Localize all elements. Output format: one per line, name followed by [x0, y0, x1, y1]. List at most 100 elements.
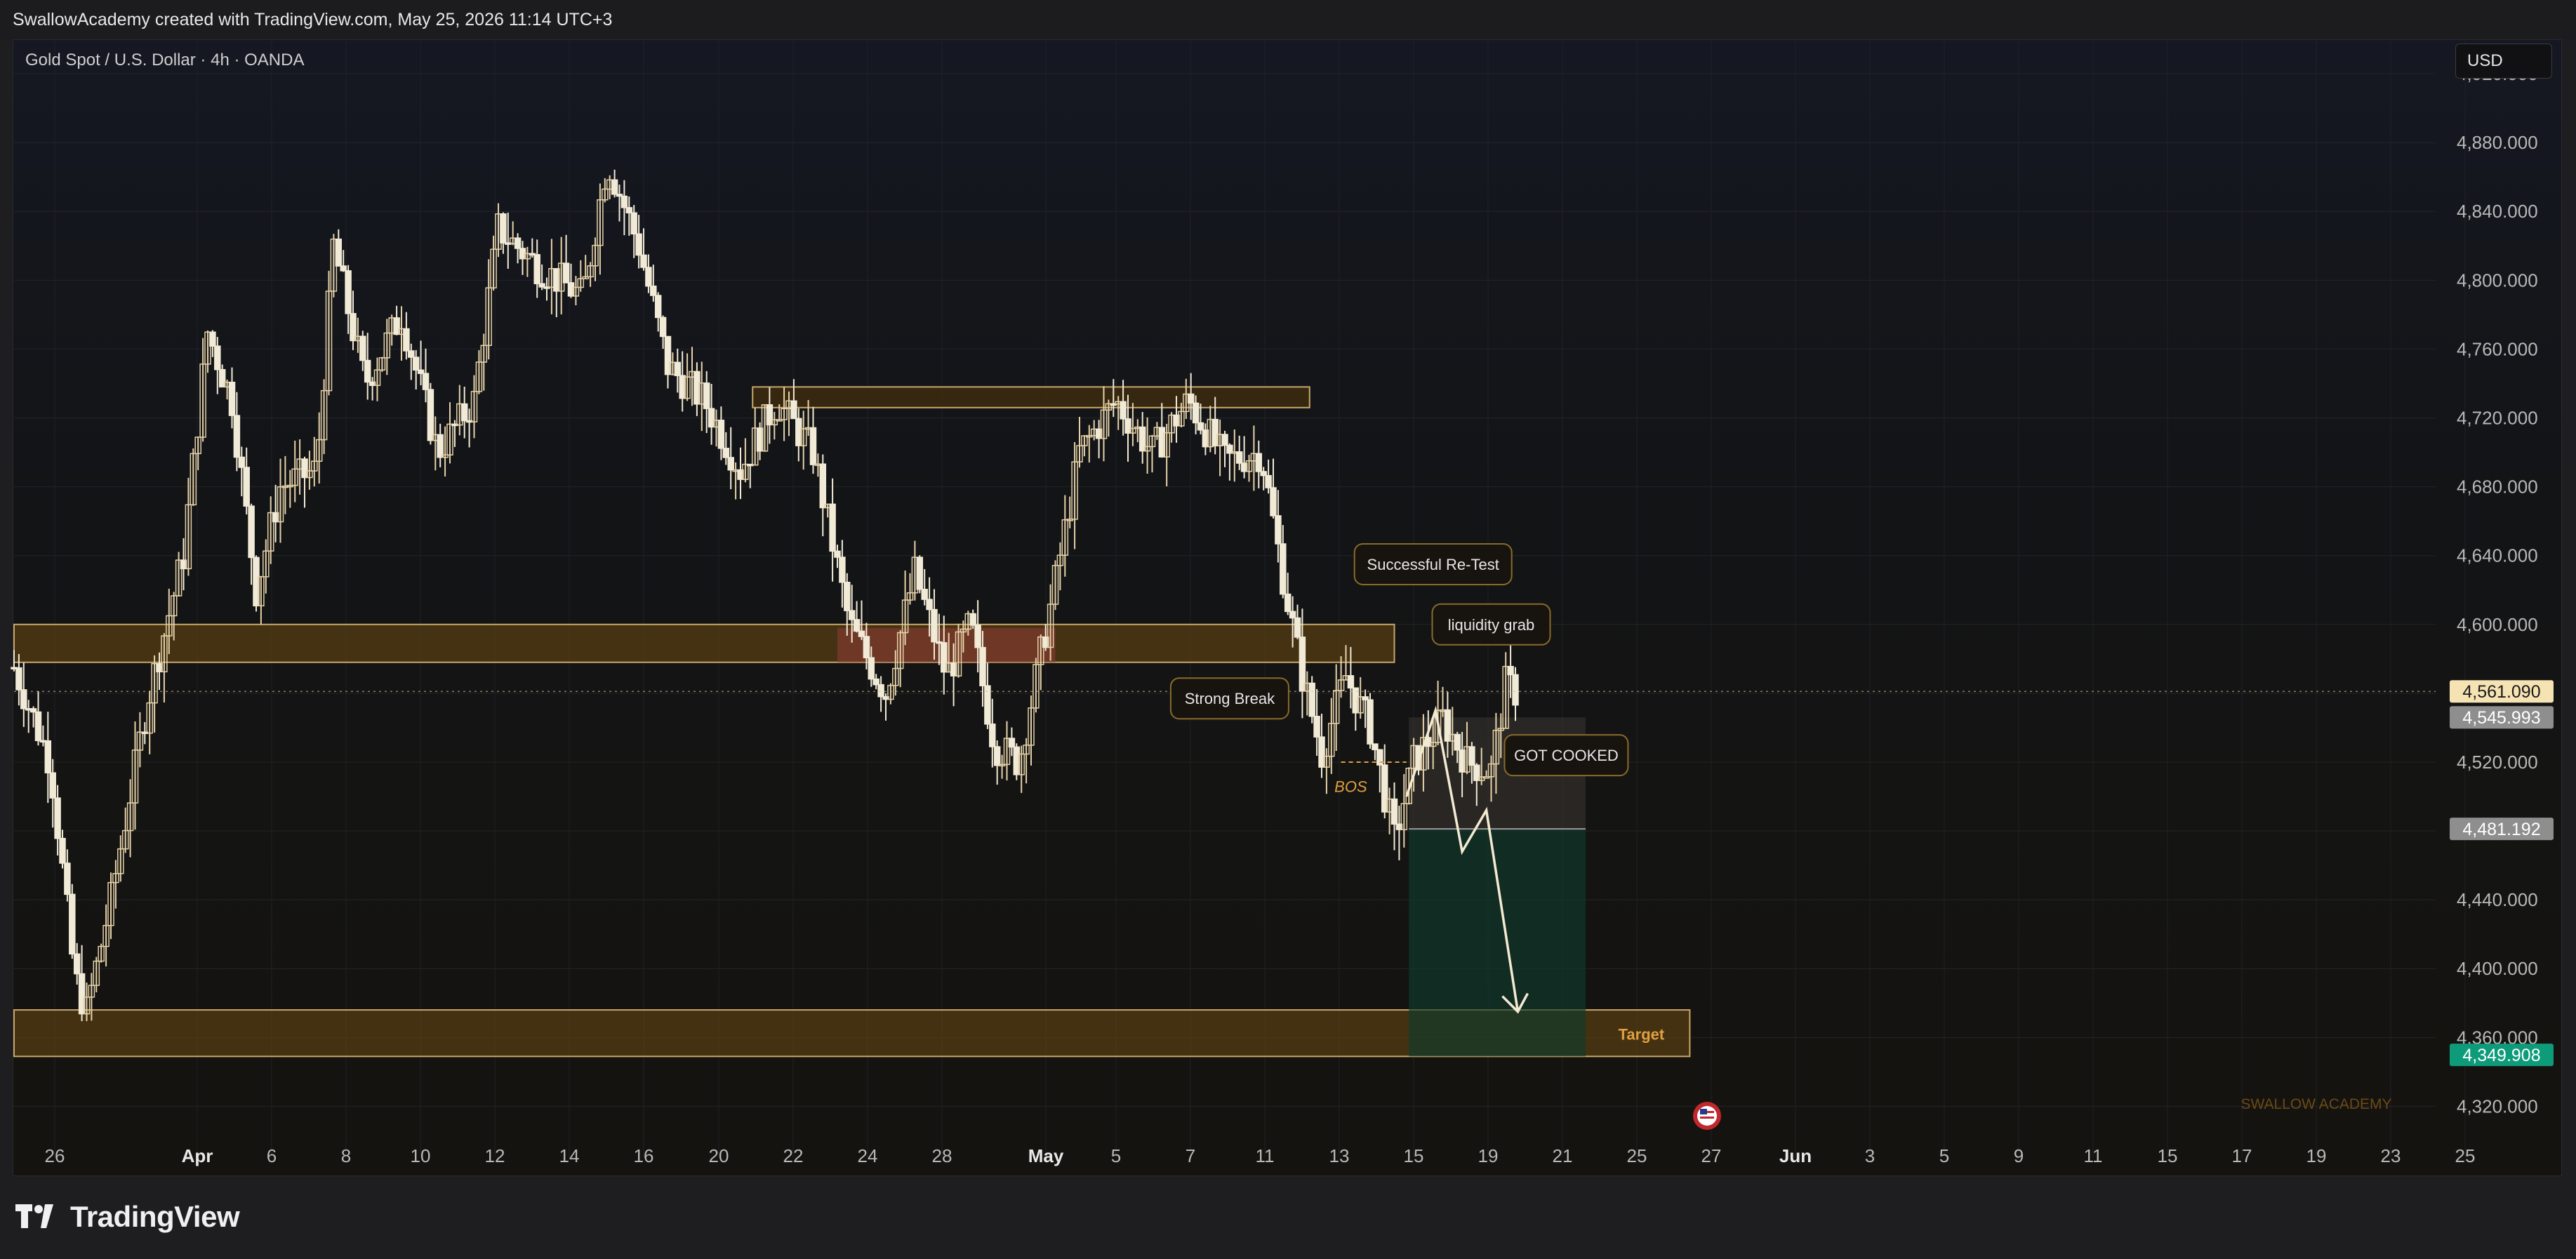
- candle-body: [974, 625, 981, 648]
- price-tag-label: 4,481.192: [2462, 820, 2540, 839]
- candle-body: [993, 746, 1001, 766]
- candle-body: [620, 195, 628, 208]
- candle-body: [533, 254, 540, 284]
- candle-body: [979, 646, 986, 686]
- candle-body: [921, 589, 928, 600]
- candle-body: [819, 463, 827, 509]
- x-tick-label: Jun: [1779, 1145, 1812, 1166]
- y-tick-label: 4,600.000: [2457, 614, 2538, 635]
- candle-body: [877, 684, 884, 698]
- x-tick-label: 21: [1553, 1145, 1573, 1166]
- candle-body: [834, 550, 841, 558]
- candle-body: [340, 265, 347, 272]
- candle-body: [931, 608, 938, 643]
- x-tick-label: 25: [2455, 1145, 2476, 1166]
- candle-body: [73, 953, 81, 975]
- candle-body: [34, 711, 42, 742]
- candle-body: [359, 335, 366, 361]
- candle-body: [1192, 402, 1200, 424]
- candle-body: [625, 207, 633, 214]
- candle-body: [722, 448, 730, 458]
- tradingview-logo-icon: [15, 1204, 53, 1228]
- candle-body: [1275, 515, 1282, 545]
- candle-body: [228, 381, 236, 416]
- y-tick-label: 4,880.000: [2457, 132, 2538, 153]
- tradingview-logo[interactable]: TradingView: [15, 1200, 240, 1234]
- grid-layer: [14, 39, 2466, 1158]
- currency-selector[interactable]: USD: [2455, 44, 2552, 79]
- candle-body: [209, 331, 216, 347]
- x-tick-label: Apr: [182, 1145, 213, 1166]
- x-tick-label: May: [1028, 1145, 1064, 1166]
- candle-body: [868, 657, 875, 680]
- zone-top-resistance: [752, 386, 1310, 408]
- candle-body: [335, 238, 343, 267]
- x-tick-label: 23: [2381, 1145, 2401, 1166]
- annotation-label: liquidity grab: [1448, 616, 1535, 634]
- x-tick-label: 19: [1478, 1145, 1499, 1166]
- candle-body: [15, 667, 22, 691]
- y-tick-label: 4,840.000: [2457, 201, 2538, 222]
- candle-body: [1454, 733, 1461, 751]
- candle-body: [437, 434, 444, 458]
- candle-body: [1313, 715, 1320, 738]
- candle-body: [514, 237, 522, 249]
- candle-body: [790, 400, 797, 420]
- candle-body: [611, 179, 618, 195]
- x-tick-label: 12: [485, 1145, 505, 1166]
- price-chart[interactable]: Successful Re-Test liquidity grab Strong B…: [0, 0, 2576, 1259]
- x-tick-label: 7: [1186, 1145, 1195, 1166]
- annotation-label: Strong Break: [1185, 690, 1275, 707]
- candle-body: [1008, 738, 1016, 748]
- candle-body: [64, 862, 71, 895]
- annotation-label: GOT COOKED: [1514, 747, 1619, 764]
- x-tick-label: 13: [1329, 1145, 1350, 1166]
- candle-body: [1512, 674, 1519, 706]
- candle-body: [427, 389, 434, 441]
- x-tick-label: 3: [1865, 1145, 1875, 1166]
- y-tick-label: 4,640.000: [2457, 545, 2538, 566]
- x-tick-label: 14: [559, 1145, 580, 1166]
- y-tick-label: 4,680.000: [2457, 477, 2538, 498]
- x-tick-label: 11: [2084, 1145, 2103, 1166]
- y-tick-label: 4,520.000: [2457, 752, 2538, 773]
- x-tick-label: 28: [932, 1145, 952, 1166]
- x-tick-label: 16: [634, 1145, 654, 1166]
- x-tick-label: 22: [783, 1145, 804, 1166]
- candle-body: [989, 724, 996, 747]
- y-tick-label: 4,400.000: [2457, 958, 2538, 979]
- x-tick-label: 26: [45, 1145, 65, 1166]
- candle-body: [926, 599, 933, 611]
- x-tick-label: 24: [858, 1145, 878, 1166]
- candle-body: [630, 212, 637, 235]
- candle-body: [659, 317, 667, 338]
- y-tick-label: 4,720.000: [2457, 408, 2538, 429]
- candle-body: [408, 350, 415, 358]
- candle-body: [1289, 611, 1296, 619]
- x-tick-label: 6: [267, 1145, 277, 1166]
- candle-body: [650, 285, 657, 296]
- candle-body: [829, 503, 836, 552]
- candle-body: [403, 328, 410, 352]
- candle-body: [1507, 665, 1514, 676]
- x-tick-label: 8: [341, 1145, 351, 1166]
- x-tick-label: 20: [709, 1145, 729, 1166]
- candle-body: [1265, 474, 1272, 488]
- x-tick-label: 27: [1701, 1145, 1722, 1166]
- candle-body: [500, 213, 507, 244]
- candle-body: [1308, 682, 1315, 717]
- candle-body: [44, 740, 52, 774]
- x-tick-label: 5: [1111, 1145, 1121, 1166]
- annotation-bos: BOS: [1334, 778, 1367, 795]
- x-tick-label: 19: [2306, 1145, 2327, 1166]
- symbol-title[interactable]: Gold Spot / U.S. Dollar · 4h · OANDA: [25, 51, 304, 70]
- candle-body: [69, 893, 76, 955]
- price-tag-label: 4,561.090: [2462, 682, 2540, 702]
- candle-body: [1280, 543, 1287, 595]
- price-tag-label: 4,545.993: [2462, 708, 2540, 728]
- tradingview-logo-text: TradingView: [70, 1200, 240, 1233]
- candle-body: [562, 262, 570, 284]
- candle-body: [1255, 453, 1263, 472]
- candle-body: [640, 254, 647, 268]
- candle-body: [248, 505, 255, 559]
